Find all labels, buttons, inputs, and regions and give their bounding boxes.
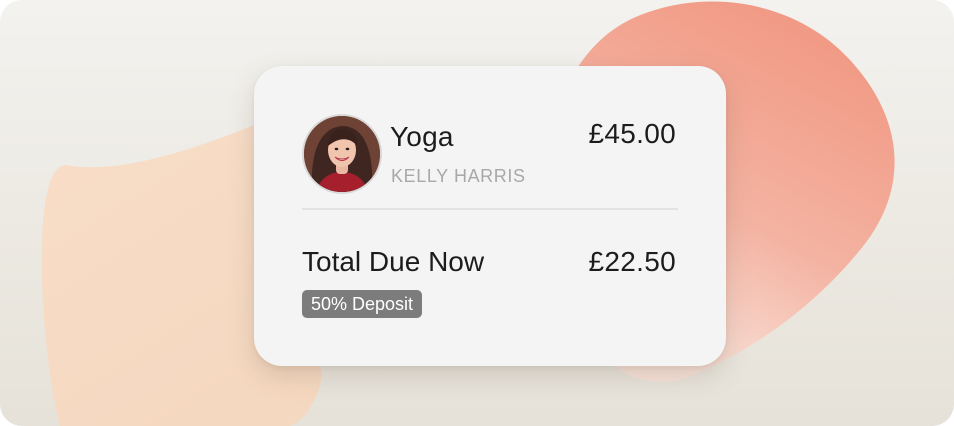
total-due-amount: £22.50 [588, 246, 676, 277]
total-due-label: Total Due Now [302, 246, 485, 277]
deposit-badge: 50% Deposit [302, 290, 423, 318]
service-price: £45.00 [588, 118, 676, 149]
divider [302, 208, 678, 210]
service-name: Yoga [390, 121, 454, 152]
instructor-name: KELLY HARRIS [391, 166, 526, 186]
booking-summary-illustration: Yoga KELLY HARRIS £45.00 Total Due Now £… [0, 0, 954, 426]
instructor-avatar [302, 114, 382, 194]
booking-card: Yoga KELLY HARRIS £45.00 Total Due Now £… [254, 66, 726, 366]
